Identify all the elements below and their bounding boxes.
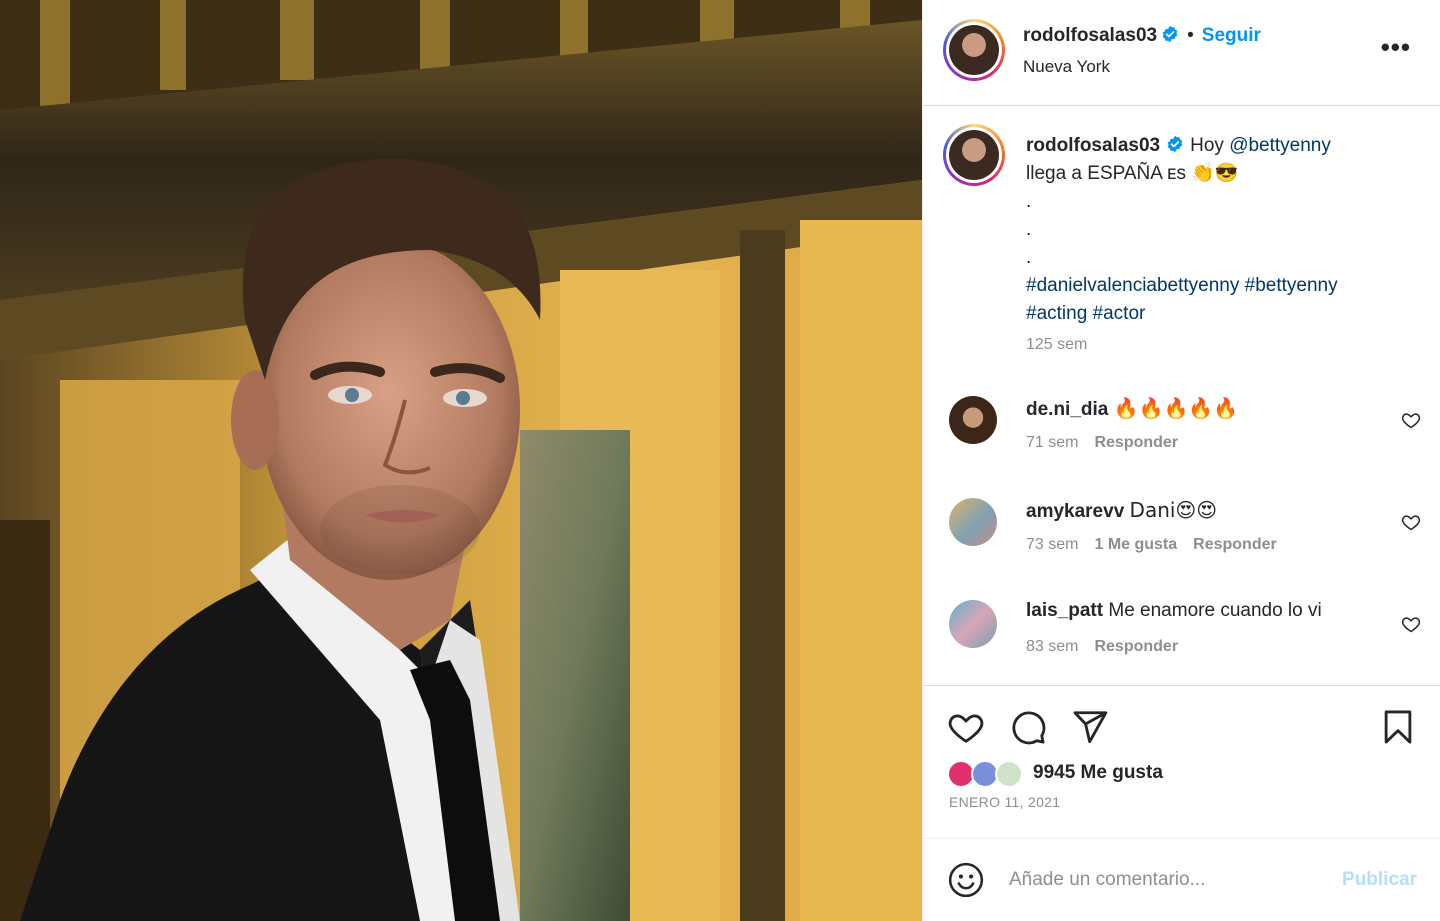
comment-input[interactable] [1009,863,1329,897]
post-sidebar: rodolfosalas03 • Seguir Nueva York ••• rod… [922,0,1440,921]
comment-meta: 73 sem 1 Me gusta Responder [1026,536,1293,554]
heart-icon[interactable] [947,708,985,746]
comment-meta: 83 sem Responder [1026,638,1194,656]
comment-time[interactable]: 73 sem [1026,536,1078,553]
add-comment-bar: Publicar [923,838,1440,921]
paper-plane-icon[interactable] [1071,708,1109,746]
author-avatar[interactable] [943,19,1005,81]
comment-time[interactable]: 83 sem [1026,638,1078,655]
caption-author-avatar[interactable] [943,124,1005,186]
comment-likes[interactable]: 1 Me gusta [1094,536,1177,553]
comment-heart-icon[interactable] [1401,410,1421,430]
caption-dot: . [1026,219,1032,240]
emoji-smile-icon[interactable] [947,861,985,899]
comment-item: de.ni_dia 🔥🔥🔥🔥🔥 71 sem Responder [923,396,1440,466]
caption-hashtags-1[interactable]: #danielvalenciabettyenny #bettyenny [1026,272,1406,300]
post-date[interactable]: ENERO 11, 2021 [949,794,1060,810]
comment-meta: 71 sem Responder [1026,434,1194,452]
author-line: rodolfosalas03 • Seguir [1023,25,1261,47]
verified-badge-icon [1167,135,1183,153]
comment-heart-icon[interactable] [1401,512,1421,532]
post-photo[interactable] [0,0,922,921]
commenter-username[interactable]: de.ni_dia [1026,399,1108,420]
follow-button[interactable]: Seguir [1202,25,1261,46]
caption-text: rodolfosalas03 Hoy @bettyenny llega a ESP… [1026,132,1406,328]
post-location[interactable]: Nueva York [1023,57,1110,77]
comment-reply-button[interactable]: Responder [1193,536,1277,553]
comment-item: amykarevv Dani😍😍 73 sem 1 Me gusta Respond… [923,498,1440,568]
comment-heart-icon[interactable] [1401,614,1421,634]
comment-reply-button[interactable]: Responder [1094,638,1178,655]
caption-author-username[interactable]: rodolfosalas03 [1026,135,1160,156]
caption-timestamp[interactable]: 125 sem [1026,336,1087,354]
comment-text: lais_patt Me enamore cuando lo vi [1026,600,1322,622]
comment-text: amykarevv Dani😍😍 [1026,498,1217,523]
comment-item: lais_patt Me enamore cuando lo vi 83 sem… [923,600,1440,670]
caption-line-2: llega a ESPAÑA ᴇs 👏😎 [1026,163,1239,184]
comment-reply-button[interactable]: Responder [1094,434,1178,451]
comment-text: de.ni_dia 🔥🔥🔥🔥🔥 [1026,396,1238,421]
commenter-avatar[interactable] [949,498,997,546]
comment-body: Me enamore cuando lo vi [1108,600,1322,621]
commenter-username[interactable]: amykarevv [1026,501,1124,522]
post-photo-illustration [0,0,922,921]
author-username[interactable]: rodolfosalas03 [1023,25,1157,46]
comment-body: Dani😍😍 [1129,498,1218,522]
post-header: rodolfosalas03 • Seguir Nueva York ••• [923,0,1440,106]
commenter-avatar[interactable] [949,396,997,444]
more-options-icon[interactable]: ••• [1381,34,1411,60]
publish-button[interactable]: Publicar [1342,869,1417,891]
separator-dot: • [1187,25,1194,46]
caption-text-start: Hoy [1190,135,1230,156]
caption-mention-link[interactable]: @bettyenny [1229,135,1331,156]
comment-bubble-icon[interactable] [1009,708,1047,746]
likes-count[interactable]: 9945 Me gusta [1033,762,1163,784]
comment-time[interactable]: 71 sem [1026,434,1078,451]
liker-avatar [995,760,1023,788]
caption-dot: . [1026,247,1032,268]
commenter-avatar[interactable] [949,600,997,648]
bookmark-icon[interactable] [1379,708,1417,746]
caption-dot: . [1026,191,1032,212]
comment-body: 🔥🔥🔥🔥🔥 [1113,396,1239,420]
commenter-username[interactable]: lais_patt [1026,600,1103,621]
post-actions: 9945 Me gusta ENERO 11, 2021 [923,685,1440,837]
caption-hashtags-2[interactable]: #acting #actor [1026,300,1406,328]
verified-badge-icon [1162,25,1178,43]
